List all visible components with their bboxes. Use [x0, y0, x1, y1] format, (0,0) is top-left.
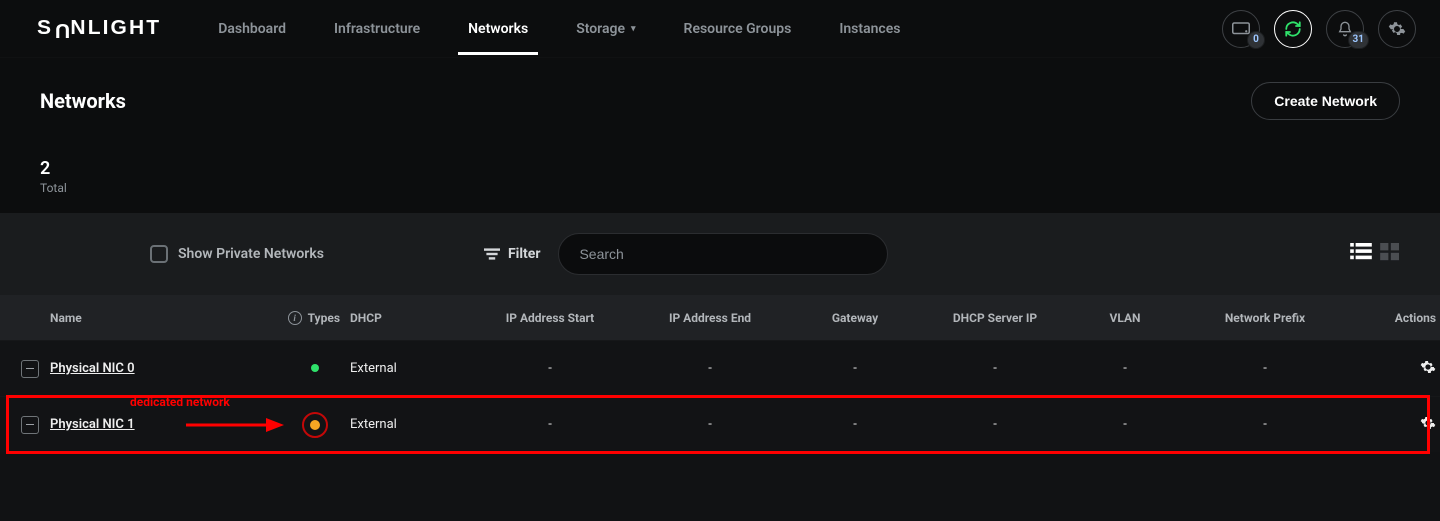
col-prefix[interactable]: Network Prefix: [1180, 311, 1350, 325]
filter-icon: [484, 248, 500, 260]
type-dot-green-icon: [311, 364, 319, 372]
checkbox-icon: [150, 245, 168, 263]
dhcpserver-value: -: [920, 361, 1070, 376]
messages-icon[interactable]: 0: [1222, 10, 1260, 48]
brand-logo: SUNLIGHT: [37, 17, 161, 40]
nav-instances[interactable]: Instances: [815, 3, 924, 55]
notifications-badge: 31: [1348, 31, 1369, 49]
row-actions-gear-icon[interactable]: [1420, 359, 1436, 379]
ipend-value: -: [630, 361, 790, 376]
prefix-value: -: [1180, 361, 1350, 376]
info-icon: i: [288, 311, 302, 325]
table-row: Physical NIC 0 External - - - - - -: [0, 340, 1440, 396]
messages-badge: 0: [1247, 31, 1265, 49]
sync-icon[interactable]: [1274, 10, 1312, 48]
total-label: Total: [40, 181, 1400, 195]
top-icons: 0 31: [1222, 10, 1416, 48]
col-types[interactable]: iTypes: [280, 311, 350, 325]
nav-resource-groups[interactable]: Resource Groups: [660, 3, 816, 55]
dhcp-value: External: [350, 361, 470, 376]
row-actions-gear-icon[interactable]: [1420, 415, 1436, 435]
col-ipend[interactable]: IP Address End: [630, 311, 790, 325]
nav-networks[interactable]: Networks: [444, 3, 552, 55]
search-input[interactable]: [558, 233, 888, 275]
ipstart-value: -: [470, 417, 630, 432]
stats-bar: 2 Total: [0, 144, 1440, 213]
view-toggle: [1350, 243, 1400, 265]
table-header: Name iTypes DHCP IP Address Start IP Add…: [0, 295, 1440, 340]
show-private-networks-checkbox[interactable]: Show Private Networks: [150, 245, 324, 263]
toolbar: Show Private Networks Filter: [0, 213, 1440, 295]
ipstart-value: -: [470, 361, 630, 376]
col-gateway[interactable]: Gateway: [790, 311, 920, 325]
vlan-value: -: [1070, 361, 1180, 376]
ipend-value: -: [630, 417, 790, 432]
nav-infrastructure[interactable]: Infrastructure: [310, 3, 444, 55]
list-view-icon[interactable]: [1350, 243, 1372, 265]
col-actions[interactable]: Actions: [1350, 311, 1440, 325]
col-name[interactable]: Name: [50, 311, 280, 325]
dhcp-value: External: [350, 417, 470, 432]
nav-links: Dashboard Infrastructure Networks Storag…: [194, 3, 924, 55]
chevron-down-icon: ▾: [631, 24, 636, 34]
top-nav: SUNLIGHT Dashboard Infrastructure Networ…: [0, 0, 1440, 58]
col-dhcp[interactable]: DHCP: [350, 311, 470, 325]
filter-label: Filter: [508, 246, 541, 262]
show-private-label: Show Private Networks: [178, 246, 324, 262]
nav-storage[interactable]: Storage▾: [552, 3, 659, 55]
table-row: dedicated network Physical NIC 1 Externa…: [0, 396, 1440, 452]
networks-table: Name iTypes DHCP IP Address Start IP Add…: [0, 295, 1440, 452]
dhcpserver-value: -: [920, 417, 1070, 432]
page-title: Networks: [40, 89, 126, 113]
annotation-label: dedicated network: [130, 395, 230, 409]
row-collapse-button[interactable]: [21, 360, 39, 378]
vlan-value: -: [1070, 417, 1180, 432]
grid-view-icon[interactable]: [1380, 243, 1400, 265]
gateway-value: -: [790, 361, 920, 376]
notifications-icon[interactable]: 31: [1326, 10, 1364, 48]
row-collapse-button[interactable]: [21, 416, 39, 434]
create-network-button[interactable]: Create Network: [1251, 82, 1400, 120]
page-header: Networks Create Network: [0, 58, 1440, 144]
gateway-value: -: [790, 417, 920, 432]
prefix-value: -: [1180, 417, 1350, 432]
col-ipstart[interactable]: IP Address Start: [470, 311, 630, 325]
col-dhcpserver[interactable]: DHCP Server IP: [920, 311, 1070, 325]
network-name-link[interactable]: Physical NIC 1: [50, 417, 135, 432]
nav-dashboard[interactable]: Dashboard: [194, 3, 310, 55]
network-name-link[interactable]: Physical NIC 0: [50, 361, 135, 376]
filter-button[interactable]: Filter: [484, 246, 541, 262]
total-count: 2: [40, 158, 1400, 179]
settings-icon[interactable]: [1378, 10, 1416, 48]
col-vlan[interactable]: VLAN: [1070, 311, 1180, 325]
type-dot-orange-highlight-icon: [302, 412, 328, 438]
